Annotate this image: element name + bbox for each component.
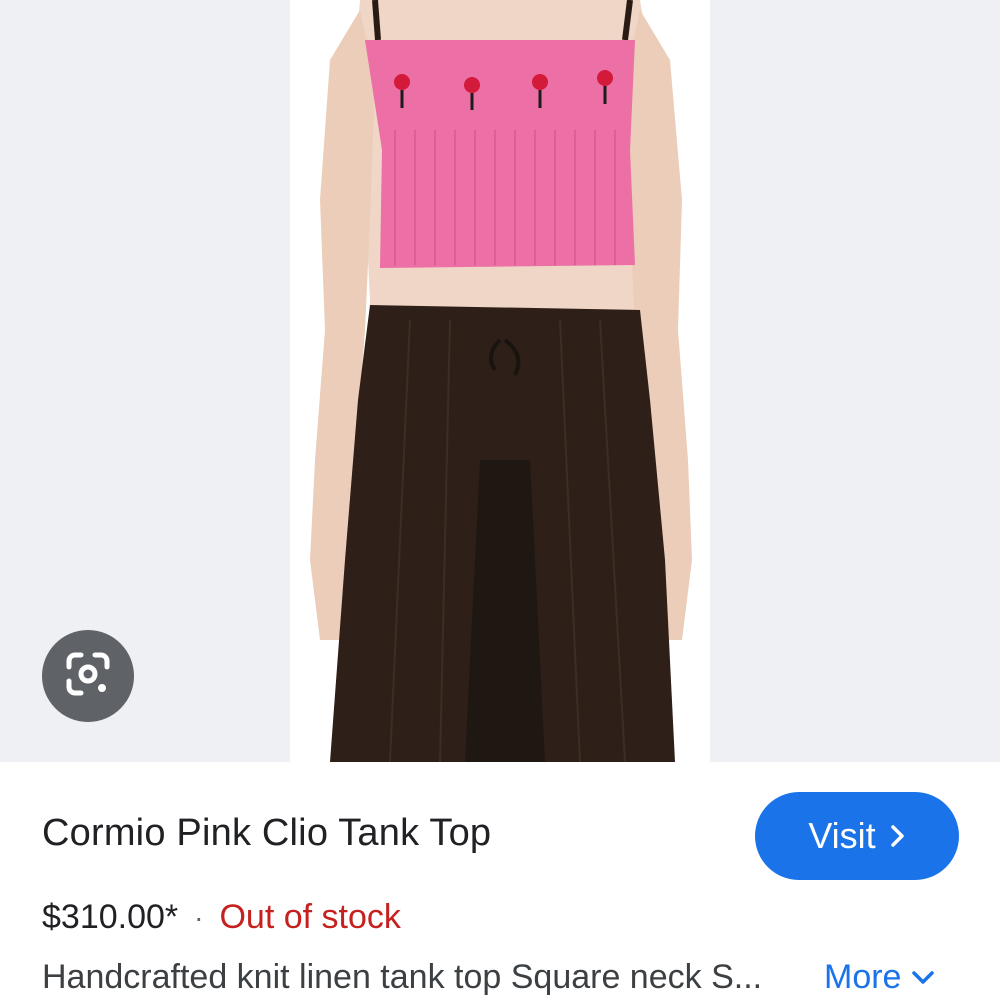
stock-status: Out of stock: [219, 898, 401, 936]
chevron-down-icon: [911, 970, 935, 986]
product-title: Cormio Pink Clio Tank Top: [42, 812, 492, 854]
price: $310.00*: [42, 898, 179, 936]
visit-button[interactable]: Visit: [755, 792, 959, 880]
visit-label: Visit: [808, 815, 876, 856]
more-label: More: [824, 958, 902, 996]
google-lens-icon: [63, 649, 113, 704]
chevron-right-icon: [890, 824, 906, 848]
product-photo-illustration: [310, 0, 692, 762]
product-description: Handcrafted knit linen tank top Square n…: [42, 958, 763, 996]
product-image-area[interactable]: [0, 0, 1000, 762]
google-lens-button[interactable]: [42, 630, 134, 722]
separator-dot: ·: [194, 901, 204, 933]
product-photo[interactable]: [290, 0, 710, 762]
description-row: Handcrafted knit linen tank top Square n…: [42, 958, 962, 997]
more-button[interactable]: More: [824, 958, 935, 997]
price-row: $310.00* · Out of stock: [42, 898, 401, 937]
